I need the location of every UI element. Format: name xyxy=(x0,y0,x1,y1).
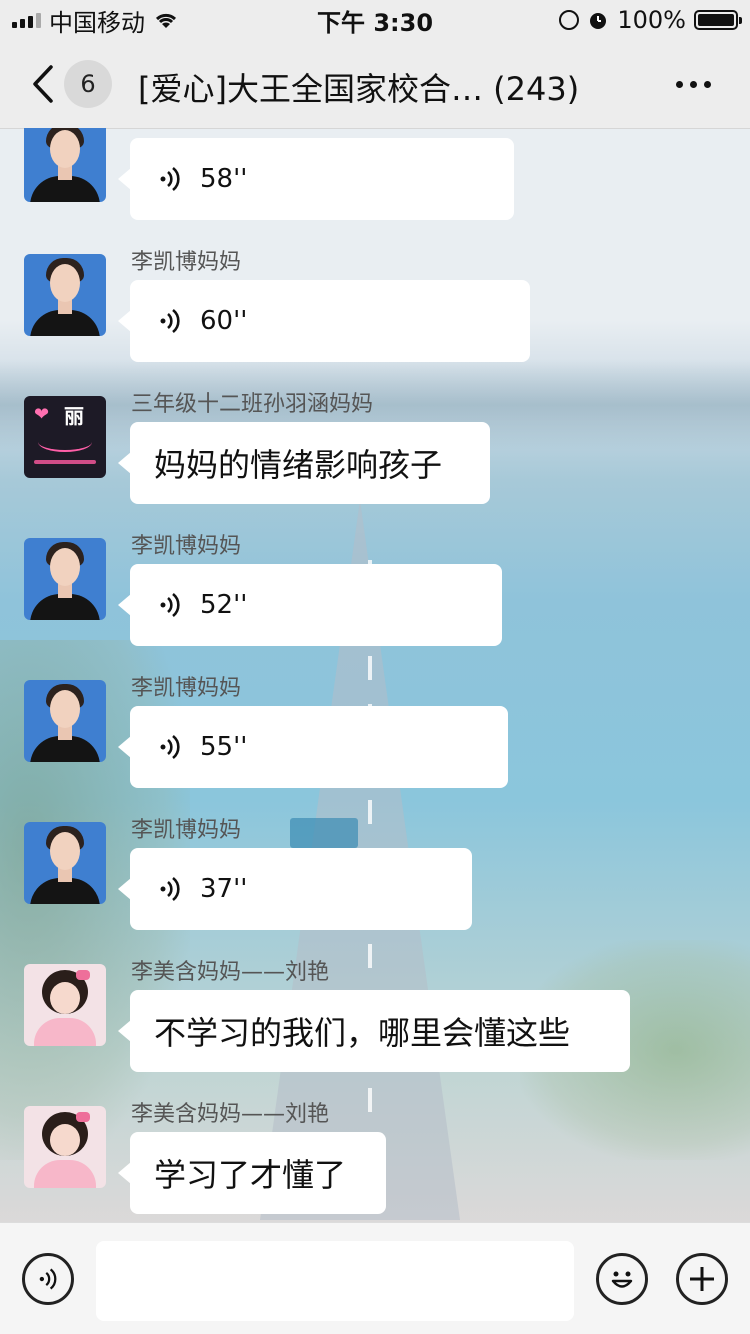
more-options-button[interactable] xyxy=(676,78,716,90)
voice-wave-icon xyxy=(160,592,180,618)
avatar[interactable]: ❤ 丽 xyxy=(24,396,106,478)
plus-icon xyxy=(690,1267,714,1291)
text-message-bubble[interactable]: 不学习的我们，哪里会懂这些 xyxy=(118,990,630,1072)
chat-title: [爱心]大王全国家校合… (243) xyxy=(138,64,638,110)
chat-screen: 中国移动 下午 3:30 100% 6 [爱心]大王全国家校合… (243) 5… xyxy=(0,0,750,1334)
voice-message-bubble[interactable]: 55'' xyxy=(118,706,508,788)
sender-name: 三年级十二班孙羽涵妈妈 xyxy=(131,392,374,417)
sender-name: 李凯博妈妈 xyxy=(131,676,242,701)
status-bar: 中国移动 下午 3:30 100% xyxy=(0,0,750,40)
voice-duration: 55'' xyxy=(200,732,248,762)
status-time: 下午 3:30 xyxy=(316,8,434,37)
voice-duration: 52'' xyxy=(200,590,248,620)
voice-icon xyxy=(39,1268,57,1290)
chevron-left-icon xyxy=(33,65,53,103)
message-input[interactable] xyxy=(96,1241,574,1321)
group-name: [爱心]大王全国家校合… xyxy=(138,70,483,108)
voice-message-bubble[interactable]: 52'' xyxy=(118,564,502,646)
voice-duration: 37'' xyxy=(200,874,248,904)
voice-message-bubble[interactable]: 60'' xyxy=(118,280,530,362)
voice-wave-icon xyxy=(160,308,180,334)
avatar[interactable] xyxy=(24,964,106,1046)
voice-wave-icon xyxy=(160,166,180,192)
voice-input-toggle-button[interactable] xyxy=(22,1253,74,1305)
sender-name: 李美含妈妈——刘艳 xyxy=(131,1102,330,1127)
sender-name: 李凯博妈妈 xyxy=(131,534,242,559)
voice-duration: 58'' xyxy=(200,164,248,194)
emoji-button[interactable] xyxy=(596,1253,648,1305)
voice-wave-icon xyxy=(160,734,180,760)
avatar[interactable] xyxy=(24,1106,106,1188)
avatar[interactable] xyxy=(24,128,106,202)
sender-name: 李凯博妈妈 xyxy=(131,250,242,275)
sender-name: 李凯博妈妈 xyxy=(131,818,242,843)
voice-duration: 60'' xyxy=(200,306,248,336)
input-bar xyxy=(0,1222,750,1334)
message-list[interactable]: 58'' 李凯博妈妈 60'' 三年级十二班孙羽涵妈妈 ❤ 丽 妈妈的情绪影响孩… xyxy=(0,128,750,1222)
back-button[interactable] xyxy=(28,62,58,106)
avatar[interactable] xyxy=(24,822,106,904)
member-count: (243) xyxy=(493,70,580,108)
text-message-bubble[interactable]: 学习了才懂了 xyxy=(118,1132,386,1214)
text-message-bubble[interactable]: 妈妈的情绪影响孩子 xyxy=(118,422,490,504)
voice-message-bubble[interactable]: 37'' xyxy=(118,848,472,930)
chat-header: 6 [爱心]大王全国家校合… (243) xyxy=(0,40,750,129)
unread-count-badge[interactable]: 6 xyxy=(64,60,112,108)
battery-icon xyxy=(694,10,742,30)
emoji-icon xyxy=(611,1271,633,1288)
voice-message-bubble[interactable]: 58'' xyxy=(118,138,514,220)
avatar[interactable] xyxy=(24,680,106,762)
more-functions-button[interactable] xyxy=(676,1253,728,1305)
sender-name: 李美含妈妈——刘艳 xyxy=(131,960,330,985)
voice-wave-icon xyxy=(160,876,180,902)
avatar[interactable] xyxy=(24,538,106,620)
avatar[interactable] xyxy=(24,254,106,336)
